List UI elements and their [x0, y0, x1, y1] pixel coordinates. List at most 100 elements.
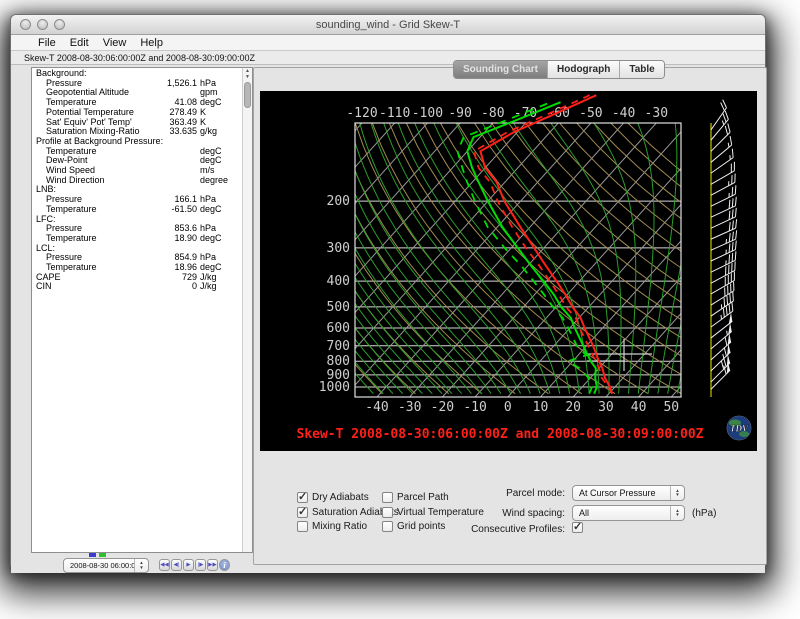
temperature-tick-label: -20: [431, 400, 454, 415]
pressure-tick-label: 1000: [319, 380, 350, 395]
go-first-button[interactable]: ◀◀: [159, 559, 170, 571]
menu-file[interactable]: File: [31, 37, 63, 49]
row-unit: g/kg: [197, 127, 242, 137]
row-value: 18.90: [174, 234, 197, 244]
combo-stepper-icon: [134, 559, 148, 572]
grid-points-checkbox[interactable]: [382, 521, 393, 532]
parcel-mode-value: At Cursor Pressure: [573, 488, 670, 498]
temperature-tick-label: -80: [481, 106, 504, 121]
pressure-tick-label: 700: [327, 339, 350, 354]
row-label: Wind Speed: [32, 166, 197, 176]
row-value: -61.50: [171, 205, 197, 215]
window-controls: [20, 19, 65, 30]
wind-spacing-unit-label: (hPa): [692, 508, 716, 519]
wind-spacing-select[interactable]: All: [572, 505, 685, 521]
pressure-tick-label: 500: [327, 300, 350, 315]
view-tabs: Sounding ChartHodographTable: [453, 60, 665, 79]
tab-hodograph[interactable]: Hodograph: [547, 61, 619, 78]
temperature-tick-label: -40: [612, 106, 635, 121]
animation-indicator-green: [99, 553, 106, 557]
row-unit: J/kg: [197, 282, 242, 292]
row-label: Pressure: [32, 253, 174, 263]
data-row: Temperature18.90degC: [32, 234, 242, 244]
row-label: Pressure: [32, 79, 167, 89]
left-panel-scrollbar[interactable]: ▲▼: [242, 68, 252, 552]
tab-table[interactable]: Table: [619, 61, 663, 78]
row-label: Pressure: [32, 224, 174, 234]
consecutive-profiles-checkbox[interactable]: [572, 522, 583, 533]
menu-view[interactable]: View: [96, 37, 134, 49]
row-label: Saturation Mixing-Ratio: [32, 127, 169, 137]
temperature-tick-label: 30: [598, 400, 614, 415]
consecutive-profiles-label: Consecutive Profiles:: [414, 524, 565, 535]
option-mixing-ratio: Mixing Ratio: [297, 521, 367, 532]
step-back-button[interactable]: ◀|: [171, 559, 182, 571]
option-label: Mixing Ratio: [312, 521, 367, 532]
chart-caption: Skew-T 2008-08-30:06:00:00Z and 2008-08-…: [297, 427, 704, 442]
data-row: Saturation Mixing-Ratio33.635g/kg: [32, 127, 242, 137]
row-label: Temperature: [32, 205, 171, 215]
data-row: Potential Temperature278.49K: [32, 108, 242, 118]
temperature-tick-label: -90: [448, 106, 471, 121]
time-select-value: 2008-08-30 06:00:00Z: [64, 561, 134, 570]
row-label: Geopotential Altitude: [32, 88, 197, 98]
pressure-tick-label: 600: [327, 321, 350, 336]
row-label: LFC:: [32, 215, 197, 225]
sounding-times-label: Skew-T 2008-08-30:06:00:00Z and 2008-08-…: [11, 53, 255, 63]
menu-help[interactable]: Help: [133, 37, 170, 49]
parcel-mode-select[interactable]: At Cursor Pressure: [572, 485, 685, 501]
pressure-tick-label: 200: [327, 194, 350, 209]
temperature-tick-label: -100: [412, 106, 443, 121]
row-label: CAPE: [32, 273, 182, 283]
title-bar[interactable]: sounding_wind - Grid Skew-T: [11, 15, 765, 35]
data-row: Temperature41.08degC: [32, 98, 242, 108]
row-value: 1,526.1: [167, 79, 197, 89]
temperature-tick-label: -110: [379, 106, 410, 121]
pressure-tick-label: 300: [327, 241, 350, 256]
row-label: Temperature: [32, 263, 174, 273]
scrollbar-arrows-icon[interactable]: ▲▼: [243, 68, 252, 82]
scrollbar-thumb[interactable]: [244, 82, 251, 108]
wind-spacing-value: All: [573, 508, 670, 518]
step-forward-button[interactable]: |▶: [195, 559, 206, 571]
animation-indicator-blue: [89, 553, 96, 557]
saturation-adiabats-checkbox[interactable]: [297, 507, 308, 518]
go-last-button[interactable]: ▶▶: [207, 559, 218, 571]
minimize-window-icon[interactable]: [37, 19, 48, 30]
row-label: Potential Temperature: [32, 108, 169, 118]
window-content: Background:Pressure1,526.1hPaGeopotentia…: [11, 65, 765, 573]
app-window: sounding_wind - Grid Skew-T FileEditView…: [10, 14, 766, 570]
row-label: Temperature: [32, 98, 174, 108]
parcel-mode-label: Parcel mode:: [414, 488, 565, 499]
play-button[interactable]: ▶: [183, 559, 194, 571]
dry-adiabats-checkbox[interactable]: [297, 492, 308, 503]
virtual-temperature-checkbox[interactable]: [382, 507, 393, 518]
window-title: sounding_wind - Grid Skew-T: [316, 19, 460, 31]
option-dry-adiabats: Dry Adiabats: [297, 492, 369, 503]
tab-sounding-chart[interactable]: Sounding Chart: [454, 61, 547, 78]
temperature-tick-label: -40: [365, 400, 388, 415]
sounding-chart-panel: 2003004005006007008009001000-40-30-20-10…: [253, 67, 767, 565]
close-window-icon[interactable]: [20, 19, 31, 30]
temperature-tick-label: 20: [565, 400, 581, 415]
zoom-window-icon[interactable]: [54, 19, 65, 30]
mixing-ratio-checkbox[interactable]: [297, 521, 308, 532]
parcel-path-checkbox[interactable]: [382, 492, 393, 503]
wind-spacing-label: Wind spacing:: [414, 508, 565, 519]
temperature-tick-label: 10: [533, 400, 549, 415]
row-label: Temperature: [32, 234, 174, 244]
row-value: 33.635: [169, 127, 197, 137]
menu-bar: FileEditViewHelp: [11, 35, 765, 51]
time-select[interactable]: 2008-08-30 06:00:00Z: [63, 558, 149, 573]
temperature-tick-label: -30: [645, 106, 668, 121]
combo-stepper-icon: [670, 486, 684, 500]
row-label: Temperature: [32, 147, 197, 157]
row-label: Sat' Equiv' Pot' Temp': [32, 118, 169, 128]
row-label: Dew-Point: [32, 156, 197, 166]
data-row: CIN0J/kg: [32, 282, 242, 292]
skewt-chart-area[interactable]: 2003004005006007008009001000-40-30-20-10…: [260, 91, 757, 451]
skewt-chart[interactable]: 2003004005006007008009001000-40-30-20-10…: [260, 91, 757, 451]
menu-edit[interactable]: Edit: [63, 37, 96, 49]
info-button[interactable]: i: [219, 559, 230, 571]
row-label: LNB:: [32, 185, 197, 195]
